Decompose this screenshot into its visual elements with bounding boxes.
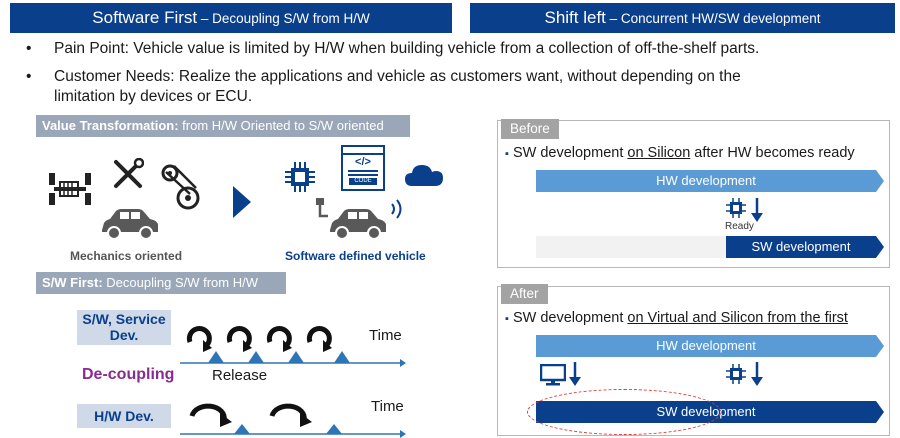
ready-label: Ready: [725, 221, 754, 232]
arrow-tip: [876, 401, 884, 423]
header-left-title: Software First: [92, 8, 198, 27]
code-doc-header: [343, 147, 383, 155]
down-arrow-icon: [751, 198, 763, 222]
after-hw-bar: HW development: [536, 335, 876, 357]
rotation-cycle-icon: [186, 326, 212, 352]
chip-icon: [285, 162, 315, 192]
bullet-text: Pain Point: Vehicle value is limited by …: [54, 40, 760, 57]
bullet-text-line1: Customer Needs: Realize the applications…: [54, 68, 741, 85]
release-marker: [234, 424, 250, 434]
before-sw-bar: SW development: [726, 236, 876, 258]
arrow-tip: [876, 170, 884, 192]
after-text-underlined: on Virtual and Silicon from the first: [627, 310, 848, 326]
after-tag: After: [501, 284, 548, 304]
release-marker: [208, 351, 224, 363]
code-document-icon: </> CODE: [341, 145, 385, 191]
release-marker: [248, 351, 264, 363]
arrow-tip: [876, 335, 884, 357]
sw-service-label-line1: S/W, Service: [82, 311, 166, 327]
sw-first-bold: S/W First:: [42, 275, 103, 290]
bullet-text-line2: limitation by devices or ECU.: [54, 88, 253, 105]
chassis-icon: [49, 173, 91, 205]
value-transformation-rest: from H/W Oriented to S/W oriented: [178, 118, 384, 133]
tools-icon: [114, 158, 144, 188]
highlight-dashed-ellipse: [527, 389, 721, 435]
bullet-dot: •: [26, 40, 32, 57]
value-transformation-bar: Value Transformation: from H/W Oriented …: [36, 115, 410, 137]
rotation-cycle-icon: [226, 326, 252, 352]
square-bullet: ▪: [505, 148, 509, 160]
electric-car-icon: [316, 198, 402, 240]
header-left-subtitle: – Decoupling S/W from H/W: [197, 11, 370, 26]
sw-first-bar: S/W First: Decoupling S/W from H/W: [36, 272, 286, 294]
decoupling-label: De-coupling: [82, 366, 175, 383]
time-label-top: Time: [369, 327, 402, 344]
before-hw-bar: HW development: [536, 170, 876, 192]
header-right-title: Shift left: [544, 8, 606, 27]
before-tag: Before: [501, 119, 559, 139]
release-marker: [334, 351, 350, 363]
release-marker: [288, 351, 304, 363]
after-bullet: ▪ SW development on Virtual and Silicon …: [505, 310, 848, 326]
code-lines: [348, 174, 378, 176]
car-icon-mechanics: [102, 209, 158, 240]
header-right-subtitle: – Concurrent HW/SW development: [605, 11, 821, 26]
sw-service-label: S/W, Service Dev.: [77, 310, 171, 345]
release-marker: [326, 424, 342, 434]
rotation-cycle-icon: [306, 326, 332, 352]
before-bullet: ▪ SW development on Silicon after HW bec…: [505, 145, 855, 161]
square-bullet: ▪: [505, 313, 509, 325]
rotation-cycle-icon: [266, 326, 292, 352]
before-text-pre: SW development: [512, 145, 628, 161]
before-idle-bar: [536, 236, 726, 258]
bullet-customer-needs: • Customer Needs: Realize the applicatio…: [26, 67, 886, 107]
software-defined-vehicle-label: Software defined vehicle: [285, 249, 426, 263]
after-text-pre: SW development: [512, 310, 628, 326]
before-text-post: after HW becomes ready: [690, 145, 855, 161]
code-symbol: </>: [355, 156, 371, 168]
header-left: Software First – Decoupling S/W from H/W: [10, 3, 452, 33]
belt-pulley-icon: [161, 164, 200, 210]
rotation-cycle-icon: [269, 403, 312, 427]
chip-icon: [726, 364, 746, 384]
code-caption: CODE: [349, 178, 377, 185]
header-right: Shift left – Concurrent HW/SW developmen…: [470, 3, 895, 33]
code-lines: [348, 170, 378, 172]
sw-first-rest: Decoupling S/W from H/W: [102, 275, 258, 290]
rotation-cycle-icon: [189, 403, 232, 427]
bullet-pain-point: • Pain Point: Vehicle value is limited b…: [26, 39, 886, 59]
down-arrow-icon: [751, 362, 763, 386]
cloud-icon: [405, 165, 443, 186]
chip-icon: [726, 198, 746, 218]
arrow-tip: [876, 236, 884, 258]
transform-arrow-icon: [233, 186, 251, 218]
time-label-bottom: Time: [371, 398, 404, 415]
before-text-underlined: on Silicon: [627, 145, 691, 161]
bullet-dot: •: [26, 68, 32, 85]
value-transformation-bold: Value Transformation:: [42, 118, 179, 133]
sw-service-label-line2: Dev.: [109, 327, 139, 343]
hw-dev-label: H/W Dev.: [77, 404, 171, 428]
down-arrow-icon: [569, 362, 581, 386]
release-label: Release: [212, 367, 268, 384]
monitor-icon: [540, 364, 566, 386]
mechanics-oriented-label: Mechanics oriented: [70, 249, 183, 263]
